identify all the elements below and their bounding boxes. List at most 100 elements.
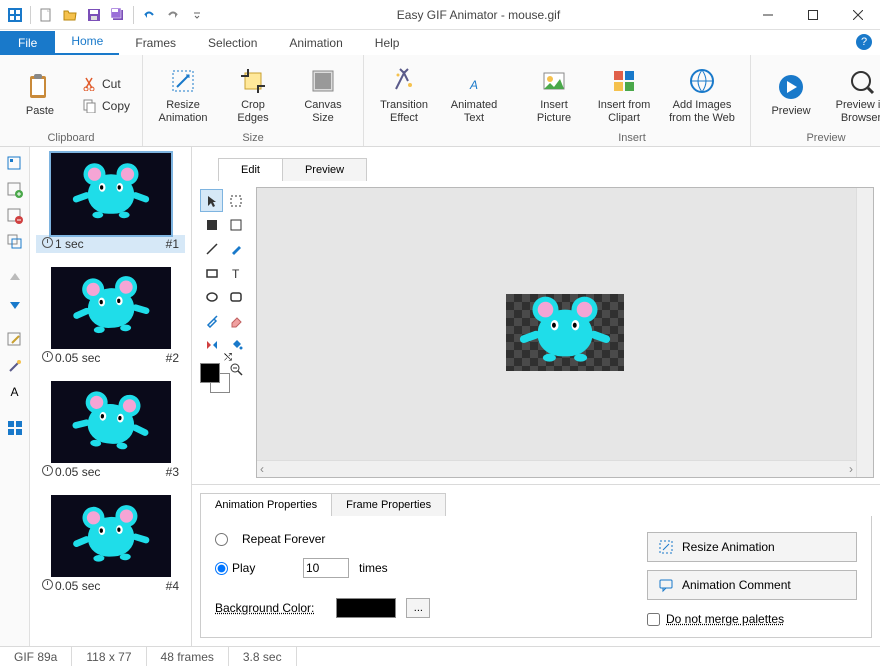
add-frames-icon[interactable] <box>4 153 26 175</box>
animated-text-button[interactable]: A Animated Text <box>442 65 506 123</box>
clock-icon <box>42 579 53 590</box>
insert-clipart-button[interactable]: Insert from Clipart <box>592 65 656 123</box>
rect-tool-icon[interactable] <box>200 261 223 284</box>
app-icon[interactable] <box>4 4 26 26</box>
line-tool-icon[interactable] <box>200 237 223 260</box>
eraser-icon[interactable] <box>224 309 247 332</box>
frame-item[interactable]: 1 sec#1 <box>36 153 185 253</box>
preview-button[interactable]: Preview <box>759 71 823 117</box>
tab-file[interactable]: File <box>0 31 55 55</box>
ribbon-group-preview: Preview Preview in Browser Preview <box>751 55 880 146</box>
qat-dropdown-icon[interactable] <box>186 4 208 26</box>
duplicate-frame-icon[interactable] <box>4 231 26 253</box>
statusbar: GIF 89a 118 x 77 48 frames 3.8 sec <box>0 646 880 666</box>
window-title: Easy GIF Animator - mouse.gif <box>212 8 745 22</box>
left-toolbar: A <box>0 147 30 646</box>
resize-animation-button[interactable]: Resize Animation <box>151 65 215 123</box>
canvas-viewport[interactable]: ‹› <box>256 187 874 478</box>
canvas-content[interactable] <box>506 294 624 371</box>
svg-text:T: T <box>232 267 240 280</box>
frame-thumbnail <box>51 153 171 235</box>
frame-item[interactable]: 0.05 sec#3 <box>36 381 185 481</box>
play-times-input[interactable] <box>303 558 349 578</box>
open-icon[interactable] <box>59 4 81 26</box>
rect-fill-icon[interactable] <box>200 213 223 236</box>
frame-thumbnail <box>51 267 171 349</box>
frame-item[interactable]: 0.05 sec#4 <box>36 495 185 595</box>
ribbon-group-clipboard: Paste Cut Copy Clipboard <box>0 55 143 146</box>
repeat-forever-radio[interactable]: Repeat Forever <box>215 532 647 546</box>
clock-icon <box>42 237 53 248</box>
canvas-size-button[interactable]: Canvas Size <box>291 65 355 123</box>
ribbon: Paste Cut Copy Clipboard Resize Animatio… <box>0 55 880 147</box>
quick-access-toolbar <box>0 4 212 26</box>
rounded-rect-icon[interactable] <box>224 285 247 308</box>
bgcolor-swatch[interactable] <box>336 598 396 618</box>
copy-button[interactable]: Copy <box>78 96 134 116</box>
pointer-tool-icon[interactable] <box>200 189 223 212</box>
ribbon-tabs: File Home Frames Selection Animation Hel… <box>0 30 880 55</box>
tab-animation-properties[interactable]: Animation Properties <box>200 493 332 516</box>
editor-area: Edit Preview T <box>192 147 880 646</box>
redo-icon[interactable] <box>162 4 184 26</box>
flip-h-icon[interactable] <box>200 333 223 356</box>
preview-browser-button[interactable]: Preview in Browser <box>829 65 880 123</box>
eyedropper-icon[interactable] <box>200 309 223 332</box>
play-radio[interactable]: Play <box>215 561 293 575</box>
text-tool-icon[interactable]: A <box>4 381 26 403</box>
tab-selection[interactable]: Selection <box>192 31 273 55</box>
marquee-tool-icon[interactable] <box>224 189 247 212</box>
status-dimensions: 118 x 77 <box>72 647 146 666</box>
frame-thumbnail <box>51 495 171 577</box>
editor-tabs: Edit Preview <box>192 153 880 181</box>
paste-button[interactable]: Paste <box>8 71 72 117</box>
tab-frame-properties[interactable]: Frame Properties <box>331 493 446 516</box>
help-icon[interactable]: ? <box>856 34 872 50</box>
brush-tool-icon[interactable] <box>224 237 247 260</box>
tab-help[interactable]: Help <box>359 31 416 55</box>
minimize-button[interactable] <box>745 0 790 30</box>
grid-icon[interactable] <box>4 417 26 439</box>
frame-index: #2 <box>166 351 179 365</box>
merge-palettes-checkbox[interactable]: Do not merge palettes <box>647 612 857 626</box>
animation-comment-button[interactable]: Animation Comment <box>647 570 857 600</box>
bgcolor-browse-button[interactable]: ... <box>406 598 430 618</box>
tab-edit[interactable]: Edit <box>218 158 283 181</box>
ribbon-group-insert: Insert Picture Insert from Clipart Add I… <box>514 55 751 146</box>
save-all-icon[interactable] <box>107 4 129 26</box>
rect-stroke-icon[interactable] <box>224 213 247 236</box>
edit-frame-icon[interactable] <box>4 329 26 351</box>
close-button[interactable] <box>835 0 880 30</box>
delete-frame-icon[interactable] <box>4 205 26 227</box>
add-frame-icon[interactable] <box>4 179 26 201</box>
swap-colors-icon[interactable]: ⤭ <box>224 352 250 363</box>
transition-effect-button[interactable]: Transition Effect <box>372 65 436 123</box>
scrollbar-horizontal[interactable]: ‹› <box>257 460 856 477</box>
frame-duration: 1 sec <box>42 237 84 251</box>
ellipse-tool-icon[interactable] <box>200 285 223 308</box>
clock-icon <box>42 351 53 362</box>
status-format: GIF 89a <box>0 647 72 666</box>
color-swatch[interactable]: ⤭ <box>200 388 250 393</box>
wand-icon[interactable] <box>4 355 26 377</box>
text-palette-icon[interactable]: T <box>224 261 247 284</box>
status-duration: 3.8 sec <box>229 647 297 666</box>
crop-edges-button[interactable]: Crop Edges <box>221 65 285 123</box>
tab-frames[interactable]: Frames <box>119 31 192 55</box>
maximize-button[interactable] <box>790 0 835 30</box>
tab-home[interactable]: Home <box>55 29 119 55</box>
new-icon[interactable] <box>35 4 57 26</box>
foreground-color[interactable] <box>200 363 220 383</box>
cut-button[interactable]: Cut <box>78 74 134 94</box>
tab-preview[interactable]: Preview <box>282 158 367 181</box>
resize-animation-prop-button[interactable]: Resize Animation <box>647 532 857 562</box>
move-up-icon[interactable] <box>4 267 26 289</box>
add-images-web-button[interactable]: Add Images from the Web <box>662 65 742 123</box>
tab-animation[interactable]: Animation <box>273 31 358 55</box>
scrollbar-vertical[interactable] <box>856 188 873 477</box>
insert-picture-button[interactable]: Insert Picture <box>522 65 586 123</box>
frame-item[interactable]: 0.05 sec#2 <box>36 267 185 367</box>
move-down-icon[interactable] <box>4 293 26 315</box>
save-icon[interactable] <box>83 4 105 26</box>
undo-icon[interactable] <box>138 4 160 26</box>
